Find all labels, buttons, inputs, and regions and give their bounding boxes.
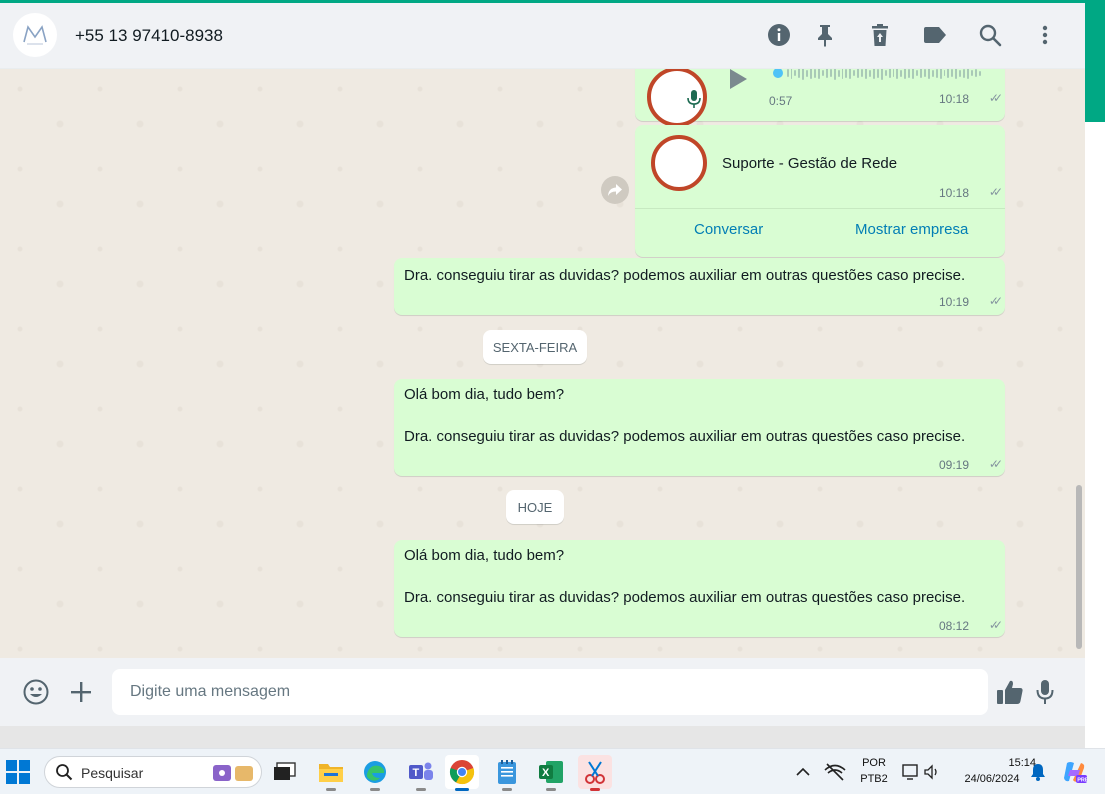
excel-icon[interactable]: X — [534, 755, 568, 791]
running-indicator — [416, 788, 426, 791]
info-icon[interactable] — [766, 22, 792, 48]
message-bubble[interactable]: Olá bom dia, tudo bem? Dra. conseguiu ti… — [394, 540, 1005, 637]
thumbs-up-icon[interactable] — [996, 678, 1024, 706]
delete-icon[interactable] — [867, 22, 893, 48]
taskbar: Pesquisar T X POR PTB2 15:14 24/06/2024 … — [0, 748, 1105, 794]
running-indicator — [326, 788, 336, 791]
read-ticks-icon: ✓✓ — [988, 91, 1003, 105]
contact-card-message[interactable]: Suporte - Gestão de Rede 10:18 ✓✓ Conver… — [635, 125, 1005, 257]
message-text: Dra. conseguiu tirar as duvidas? podemos… — [404, 267, 966, 284]
chat-button[interactable]: Conversar — [694, 221, 763, 238]
right-edge-accent — [1085, 3, 1105, 122]
menu-icon[interactable] — [1032, 22, 1058, 48]
read-ticks-icon: ✓✓ — [988, 457, 1003, 471]
message-text-line: Dra. conseguiu tirar as duvidas? podemos… — [404, 589, 966, 606]
contact-name[interactable]: +55 13 97410-8938 — [75, 26, 223, 46]
play-icon[interactable] — [727, 69, 749, 91]
svg-text:X: X — [542, 767, 550, 779]
running-indicator — [455, 788, 469, 791]
read-ticks-icon: ✓✓ — [988, 185, 1003, 199]
chat-scrollbar[interactable] — [1075, 75, 1083, 655]
notification-bell-icon[interactable] — [1024, 755, 1052, 789]
input-language[interactable]: POR — [856, 757, 892, 769]
message-time: 10:19 — [938, 295, 969, 309]
contact-avatar[interactable] — [13, 13, 57, 57]
search-highlight-icon — [213, 765, 253, 781]
taskbar-search[interactable]: Pesquisar — [44, 756, 262, 788]
search-icon — [56, 764, 73, 781]
running-indicator — [370, 788, 380, 791]
chrome-icon[interactable] — [445, 755, 479, 791]
show-business-button[interactable]: Mostrar empresa — [855, 221, 968, 238]
running-indicator — [502, 788, 512, 791]
message-time: 10:18 — [938, 92, 969, 106]
svg-text:PRE: PRE — [1077, 778, 1087, 784]
taskbar-search-label: Pesquisar — [81, 765, 144, 781]
snipping-tool-icon[interactable] — [578, 755, 612, 791]
running-indicator — [546, 788, 556, 791]
file-explorer-icon[interactable] — [314, 755, 348, 791]
pin-icon[interactable] — [812, 22, 838, 48]
m-logo-icon — [23, 25, 47, 45]
keyboard-layout[interactable]: PTB2 — [856, 773, 892, 785]
mic-icon[interactable] — [1031, 678, 1059, 706]
window-bottom-strip — [0, 726, 1085, 748]
copilot-icon[interactable]: PRE — [1058, 755, 1090, 789]
edge-icon[interactable] — [358, 755, 392, 791]
attach-plus-icon[interactable] — [67, 678, 95, 706]
running-indicator — [590, 788, 600, 791]
label-icon[interactable] — [922, 22, 948, 48]
chat-header: +55 13 97410-8938 — [0, 3, 1085, 69]
message-time: 09:19 — [938, 458, 969, 472]
composer — [0, 658, 1085, 726]
message-text-line: Dra. conseguiu tirar as duvidas? podemos… — [404, 428, 966, 445]
message-time: 08:12 — [938, 619, 969, 633]
forward-icon[interactable] — [601, 176, 629, 204]
read-ticks-icon: ✓✓ — [988, 618, 1003, 632]
teams-icon[interactable]: T — [404, 755, 438, 791]
message-input[interactable] — [112, 669, 988, 715]
search-icon[interactable] — [977, 22, 1003, 48]
message-text-line: Olá bom dia, tudo bem? — [404, 547, 565, 564]
message-bubble[interactable]: Dra. conseguiu tirar as duvidas? podemos… — [394, 258, 1005, 315]
contact-card-avatar — [651, 135, 707, 191]
date-separator: HOJE — [506, 490, 564, 524]
message-bubble[interactable]: Olá bom dia, tudo bem? Dra. conseguiu ti… — [394, 379, 1005, 476]
system-tray-icons[interactable] — [898, 755, 944, 789]
notepad-icon[interactable] — [490, 755, 524, 791]
task-view-icon[interactable] — [268, 755, 302, 789]
read-ticks-icon: ✓✓ — [988, 294, 1003, 308]
date-separator: SEXTA-FEIRA — [483, 330, 587, 364]
show-hidden-icons-chevron-icon[interactable] — [788, 755, 818, 789]
message-text-line: Olá bom dia, tudo bem? — [404, 386, 565, 403]
windows-start-icon[interactable] — [6, 760, 30, 784]
card-divider — [635, 208, 1005, 209]
audio-duration: 0:57 — [769, 94, 793, 108]
chat-panel[interactable]: 0:57 10:18 ✓✓ Suporte - Gestão de Rede 1… — [0, 69, 1085, 658]
audio-waveform[interactable] — [773, 69, 981, 80]
mic-badge-icon — [687, 90, 701, 108]
message-time: 10:18 — [938, 186, 969, 200]
emoji-icon[interactable] — [22, 678, 50, 706]
network-off-icon[interactable] — [820, 755, 850, 789]
clock-date[interactable]: 24/06/2024 — [956, 773, 1028, 785]
scrollbar-thumb[interactable] — [1076, 485, 1082, 649]
audio-message[interactable]: 0:57 10:18 ✓✓ — [635, 69, 1005, 127]
right-edge — [1085, 3, 1105, 748]
contact-card-name[interactable]: Suporte - Gestão de Rede — [722, 155, 897, 172]
svg-text:T: T — [413, 767, 420, 779]
